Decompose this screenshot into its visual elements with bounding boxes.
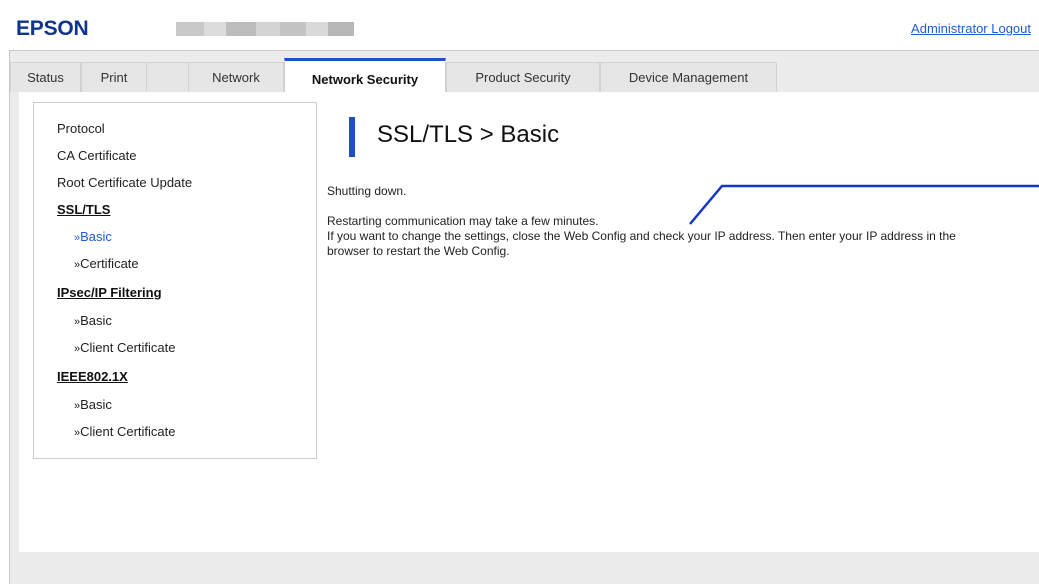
redaction-block (204, 22, 226, 36)
sidebar-item-label: Basic (80, 313, 112, 328)
tab-bar: Status Print Network Network Security Pr… (10, 58, 1039, 92)
sidebar-item-ssl-certificate[interactable]: »Certificate (74, 256, 139, 271)
sidebar-item-ieee-basic[interactable]: »Basic (74, 397, 112, 412)
sidebar-item-ca-certificate[interactable]: CA Certificate (57, 148, 136, 163)
tab-product-security[interactable]: Product Security (446, 62, 600, 92)
redaction-block (280, 22, 306, 36)
sidebar-item-ipsec-client-certificate[interactable]: »Client Certificate (74, 340, 176, 355)
sidebar-item-root-certificate-update[interactable]: Root Certificate Update (57, 175, 192, 190)
redaction-block (328, 22, 354, 36)
info-line-2: If you want to change the settings, clos… (327, 229, 956, 243)
sidebar-item-ssl-basic[interactable]: »Basic (74, 229, 112, 244)
redaction-block (176, 22, 204, 36)
administrator-logout-link[interactable]: Administrator Logout (911, 21, 1031, 36)
tab-device-management[interactable]: Device Management (600, 62, 777, 92)
tab-print[interactable]: Print (81, 62, 147, 92)
printer-name-redacted (176, 22, 354, 36)
sidebar-item-label: Client Certificate (80, 340, 176, 355)
info-line-1: Restarting communication may take a few … (327, 214, 599, 228)
page-title: SSL/TLS > Basic (377, 121, 560, 148)
sidebar-heading-ssl-tls[interactable]: SSL/TLS (57, 202, 110, 217)
sidebar-item-protocol[interactable]: Protocol (57, 121, 105, 136)
sidebar-item-label: Basic (80, 229, 112, 244)
epson-logo: EPSON (16, 17, 89, 40)
header: EPSON Administrator Logout (0, 0, 1039, 45)
sidebar-heading-ipsec[interactable]: IPsec/IP Filtering (57, 285, 162, 300)
redaction-block (306, 22, 328, 36)
sidebar-item-ieee-client-certificate[interactable]: »Client Certificate (74, 424, 176, 439)
tab-spacer (147, 62, 188, 92)
tab-network-security[interactable]: Network Security (284, 58, 446, 92)
sidebar-item-label: Basic (80, 397, 112, 412)
info-line-3: browser to restart the Web Config. (327, 244, 510, 258)
sidebar-item-label: Certificate (80, 256, 139, 271)
sidebar-item-label: Client Certificate (80, 424, 176, 439)
redaction-block (256, 22, 280, 36)
sidebar-item-ipsec-basic[interactable]: »Basic (74, 313, 112, 328)
title-accent-bar (349, 117, 355, 157)
sidebar: Protocol CA Certificate Root Certificate… (33, 102, 317, 459)
sidebar-heading-ieee8021x[interactable]: IEEE802.1X (57, 369, 128, 384)
tab-status[interactable]: Status (10, 62, 81, 92)
status-message: Shutting down. (327, 184, 407, 198)
redaction-block (226, 22, 256, 36)
tab-network[interactable]: Network (188, 62, 284, 92)
